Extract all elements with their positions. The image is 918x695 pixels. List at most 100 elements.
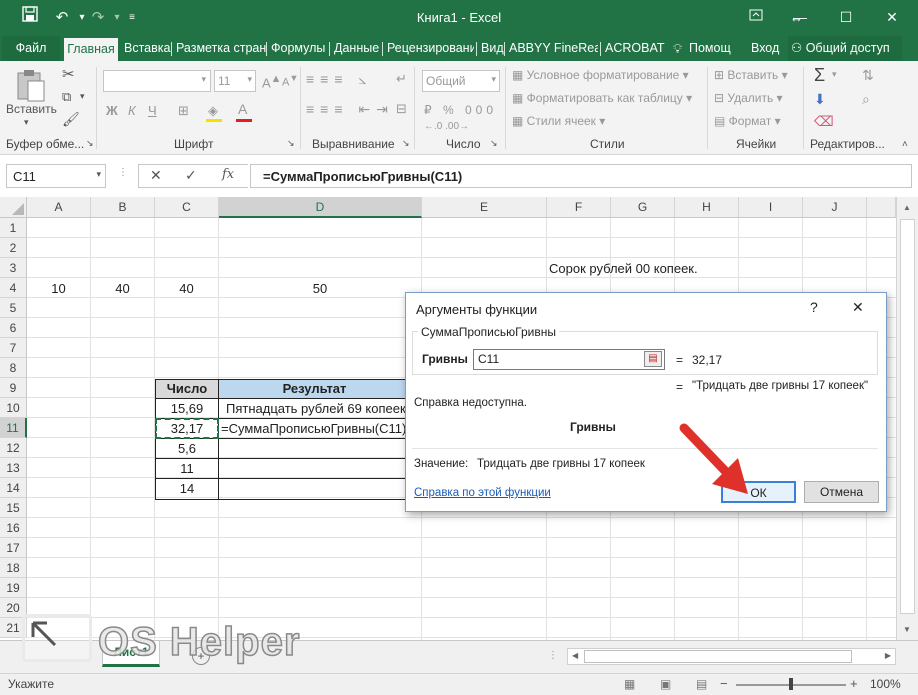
alignment-launcher-icon[interactable]: ↘ xyxy=(402,138,410,149)
scroll-up-icon[interactable]: ▲ xyxy=(903,203,911,212)
header-cell-number[interactable]: Число xyxy=(155,379,219,399)
scroll-left-icon[interactable]: ◀ xyxy=(572,651,578,660)
share-button[interactable]: ⚇ Общий доступ xyxy=(788,36,902,61)
decimal-icons[interactable]: ←.0 .00→ xyxy=(424,121,469,132)
maximize-button[interactable]: ☐ xyxy=(823,0,869,34)
ribbon-options-icon[interactable] xyxy=(733,0,779,34)
row-header-8[interactable]: 8 xyxy=(0,358,27,378)
page-break-view-icon[interactable]: ▤ xyxy=(696,677,707,691)
column-header-H[interactable]: H xyxy=(675,197,739,218)
tab-page-layout[interactable]: Разметка стран xyxy=(173,36,269,61)
font-name-box[interactable]: ▾ xyxy=(103,70,211,92)
number-style-icons[interactable]: ₽ % 000 xyxy=(424,103,497,117)
argument-input[interactable]: C11 ▤ xyxy=(473,349,665,370)
dialog-help-button[interactable]: ? xyxy=(810,299,818,315)
zoom-slider-thumb[interactable] xyxy=(789,678,793,690)
normal-view-icon[interactable]: ▦ xyxy=(624,677,635,691)
row-header-9[interactable]: 9 xyxy=(0,378,27,398)
autosum-dropdown-icon[interactable]: ▾ xyxy=(832,69,837,80)
help-link[interactable]: Справка по этой функции xyxy=(414,487,551,499)
cell-F3[interactable]: Сорок рублей 00 копеек. xyxy=(549,259,698,279)
zoom-in-icon[interactable]: + xyxy=(850,676,858,691)
paste-button[interactable]: Вставить xyxy=(6,102,57,116)
row-header-2[interactable]: 2 xyxy=(0,238,27,258)
cut-icon[interactable]: ✂ xyxy=(62,65,75,83)
font-launcher-icon[interactable]: ↘ xyxy=(287,138,295,149)
row-header-4[interactable]: 4 xyxy=(0,278,27,298)
tab-home[interactable]: Главная xyxy=(64,38,118,61)
sort-filter-icon[interactable]: ⇅ xyxy=(862,67,874,84)
bold-button[interactable]: Ж xyxy=(106,103,118,118)
cancel-formula-icon[interactable]: ✕ xyxy=(150,167,162,184)
delete-cells-button[interactable]: ⊟ Удалить ▾ xyxy=(714,91,783,105)
row-header-19[interactable]: 19 xyxy=(0,578,27,598)
insert-function-icon[interactable]: fx xyxy=(222,167,234,182)
cell-D4[interactable]: 50 xyxy=(219,279,421,299)
select-all-corner[interactable] xyxy=(0,197,27,218)
copy-icon[interactable]: ⧉ xyxy=(62,89,71,105)
cell-D11[interactable]: =СуммаПрописьюГривны(C11) xyxy=(221,419,407,439)
insert-cells-button[interactable]: ⊞ Вставить ▾ xyxy=(714,68,788,82)
column-header-D[interactable]: D xyxy=(219,197,422,218)
collapse-ribbon-icon[interactable]: ˄ xyxy=(902,139,908,150)
column-header-C[interactable]: C xyxy=(155,197,219,218)
cell-D10[interactable]: Пятнадцать рублей 69 копеек xyxy=(226,399,408,419)
page-layout-view-icon[interactable]: ▣ xyxy=(660,677,671,691)
tab-view[interactable]: Вид xyxy=(478,36,507,61)
row-header-1[interactable]: 1 xyxy=(0,218,27,238)
cell-C12[interactable]: 5,6 xyxy=(156,439,218,459)
dialog-close-button[interactable]: ✕ xyxy=(852,299,864,316)
format-cells-button[interactable]: ▤ Формат ▾ xyxy=(714,114,781,128)
vertical-scroll-thumb[interactable] xyxy=(900,219,915,614)
row-header-11[interactable]: 11 xyxy=(0,418,27,438)
underline-button[interactable]: Ч xyxy=(148,103,157,118)
tab-tell-me[interactable]: Помощ xyxy=(686,36,740,61)
increase-font-icon[interactable]: A▲ xyxy=(262,73,281,90)
wrap-text-icon[interactable]: ↵ xyxy=(396,71,407,87)
tab-split-grip-icon[interactable]: ⋮ xyxy=(548,650,558,661)
row-header-3[interactable]: 3 xyxy=(0,258,27,278)
row-header-7[interactable]: 7 xyxy=(0,338,27,358)
autosum-icon[interactable]: Σ xyxy=(814,65,825,86)
row-header-17[interactable]: 17 xyxy=(0,538,27,558)
cell-styles-button[interactable]: ▦ Стили ячеек ▾ xyxy=(512,114,605,128)
clipboard-launcher-icon[interactable]: ↘ xyxy=(86,138,94,149)
tab-abbyy[interactable]: ABBYY FineReac xyxy=(506,36,598,61)
row-header-14[interactable]: 14 xyxy=(0,478,27,498)
collapse-dialog-icon[interactable]: ▤ xyxy=(644,351,662,367)
scroll-down-icon[interactable]: ▼ xyxy=(903,625,911,634)
zoom-level[interactable]: 100% xyxy=(870,677,901,691)
column-header-F[interactable]: F xyxy=(547,197,611,218)
cell-C10[interactable]: 15,69 xyxy=(156,399,218,419)
row-header-13[interactable]: 13 xyxy=(0,458,27,478)
column-header-B[interactable]: B xyxy=(91,197,155,218)
format-table-button[interactable]: ▦ Форматировать как таблицу ▾ xyxy=(512,91,692,105)
row-header-6[interactable]: 6 xyxy=(0,318,27,338)
number-format-box[interactable]: Общий ▾ xyxy=(422,70,500,92)
fill-color-icon[interactable]: ◈ xyxy=(208,103,218,119)
horizontal-scroll-thumb[interactable] xyxy=(584,650,852,663)
tab-file[interactable]: Файл xyxy=(2,36,60,61)
name-box[interactable]: C11 ▾ xyxy=(6,164,106,188)
horizontal-scrollbar[interactable]: ◀ ▶ xyxy=(567,648,896,665)
conditional-format-button[interactable]: ▦ Условное форматирование ▾ xyxy=(512,68,689,82)
tab-data[interactable]: Данные xyxy=(331,36,382,61)
cancel-button[interactable]: Отмена xyxy=(804,481,879,503)
cell-C14[interactable]: 14 xyxy=(156,479,218,499)
row-header-10[interactable]: 10 xyxy=(0,398,27,418)
copy-dropdown-icon[interactable]: ▾ xyxy=(80,91,85,102)
column-header-J[interactable]: J xyxy=(803,197,867,218)
vertical-scrollbar[interactable]: ▲ ▼ xyxy=(896,197,918,640)
row-header-5[interactable]: 5 xyxy=(0,298,27,318)
borders-icon[interactable]: ⊞ xyxy=(178,103,189,119)
cell-C13[interactable]: 11 xyxy=(156,459,218,479)
formula-input[interactable]: =СуммаПрописьюГривны(C11) xyxy=(250,164,912,188)
row-header-18[interactable]: 18 xyxy=(0,558,27,578)
align-horizontal-icons[interactable]: ≡≡≡ ⇤⇥ xyxy=(306,101,394,118)
scroll-right-icon[interactable]: ▶ xyxy=(885,651,891,660)
cell-A4[interactable]: 10 xyxy=(27,279,90,299)
cell-C4[interactable]: 40 xyxy=(155,279,218,299)
clear-icon[interactable]: ⌫ xyxy=(814,113,834,130)
paste-dropdown-icon[interactable]: ▾ xyxy=(24,117,29,128)
sign-in-link[interactable]: Вход xyxy=(748,36,782,61)
